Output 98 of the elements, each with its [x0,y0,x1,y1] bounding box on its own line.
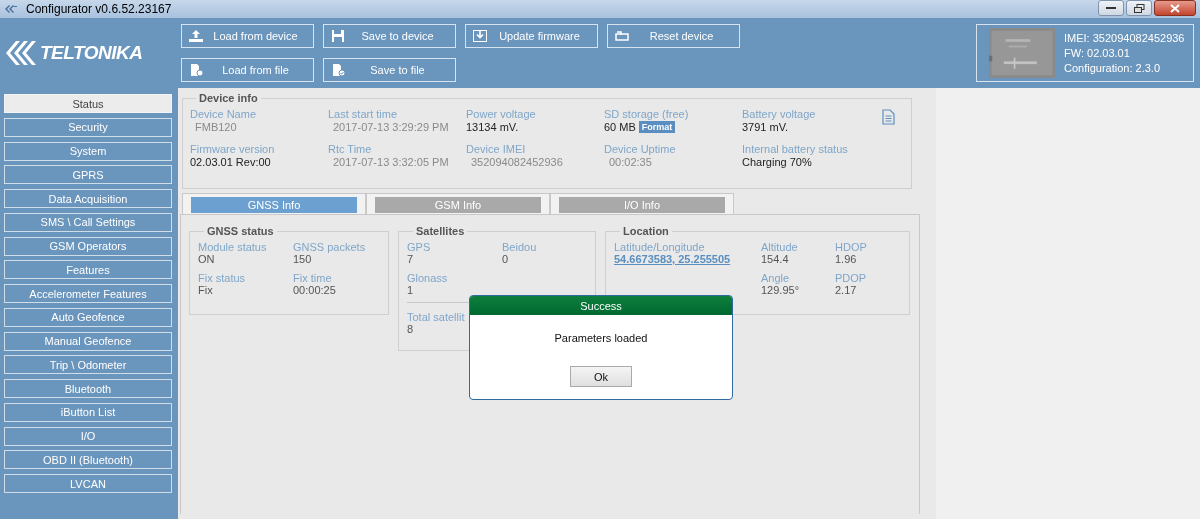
field-value: 0 [502,253,510,265]
field-label: Altitude [761,241,799,253]
field-value: 13134 mV. [466,121,519,133]
sidebar-item[interactable]: System [4,141,172,161]
sidebar-item[interactable]: Security [4,117,172,137]
upload-icon [188,29,204,43]
toolbar-button[interactable]: Reset device [607,24,740,48]
field-label: Latitude/Longitude [614,241,706,253]
field-value: 00:00:25 [293,284,337,296]
sidebar-item[interactable]: I/O [4,426,172,446]
close-icon [1170,3,1180,13]
sidebar-item[interactable]: Data Acquisition [4,189,172,208]
sidebar-item[interactable]: GSM Operators [4,236,172,256]
field-value: ON [198,253,216,265]
toolbar-button[interactable]: Save to device [323,24,456,48]
field-label: Module status [198,241,268,253]
field-label: PDOP [835,272,868,284]
field-value: 352094082452936 [470,156,563,168]
sidebar-item[interactable]: Features [4,260,172,280]
field-value: FMB120 [194,121,237,133]
close-button[interactable] [1154,0,1196,16]
field-value: 150 [293,253,313,265]
section-title: Location [622,225,670,237]
tab[interactable]: GSM Info [366,193,550,214]
tab[interactable]: GNSS Info [182,193,366,214]
restore-button[interactable] [1126,0,1152,16]
field-value: 2017-07-13 3:29:29 PM [332,121,449,133]
field-label: Angle [761,272,791,284]
file-plus-icon [188,63,204,77]
field-label: Internal battery status [742,143,848,155]
download-icon [472,29,488,43]
field-value: 129.95° [761,284,801,296]
section-title: GNSS status [206,225,275,237]
toolbar-button[interactable]: Load from file [181,58,314,82]
restore-icon [1133,3,1145,13]
toolbar-button[interactable]: Save to file [323,58,456,82]
field-value: Fix [198,284,214,296]
device-info-text: Configuration: 2.3.0 [1064,62,1161,74]
sidebar-item[interactable]: Manual Geofence [4,331,172,351]
tab[interactable]: I/O Info [550,193,734,214]
device-info-text: IMEI: 352094082452936 [1064,32,1185,44]
sidebar-item[interactable]: OBD II (Bluetooth) [4,450,172,470]
field-value: 7 [407,253,415,265]
field-value: 00:02:35 [608,156,652,168]
device-info-text: FW: 02.03.01 [1064,47,1131,59]
field-label: Last start time [328,108,398,120]
toolbar-button[interactable]: Update firmware [465,24,598,48]
sidebar-item[interactable]: GPRS [4,165,172,185]
field-label: GNSS packets [293,241,367,253]
field-value: 154.4 [761,253,790,265]
sidebar-item[interactable]: iButton List [4,402,172,422]
field-value: 1 [407,284,415,296]
window-title: Configurator v0.6.52.23167 [26,2,172,16]
ok-button[interactable]: Ok [570,366,632,387]
sidebar-item[interactable]: Accelerometer Features [4,284,172,303]
field-label: SD storage (free) [604,108,689,120]
sidebar-item[interactable]: LVCAN [4,474,172,493]
field-label: Rtc Time [328,143,372,155]
toolbar-button[interactable]: Load from device [181,24,314,48]
format-button[interactable]: Format [638,121,676,133]
field-label: Fix time [293,272,333,284]
field-value: 3791 mV. [742,121,789,133]
minimize-button[interactable] [1098,0,1124,16]
section-title: Satellites [415,225,466,237]
dialog-title: Success [470,296,732,315]
section-title: Device info [198,92,259,104]
field-label: Beidou [502,241,538,253]
document-icon[interactable] [882,109,895,125]
sidebar-item[interactable]: Status [4,94,172,113]
coordinates-link[interactable]: 54.6673583, 25.255505 [614,253,761,265]
minimize-icon [1106,6,1116,10]
field-value: 60 MB [604,121,636,133]
field-label: Total satellit [407,311,466,323]
field-value: 2017-07-13 3:32:05 PM [332,156,449,168]
app-icon [4,4,18,14]
field-label: Battery voltage [742,108,816,120]
field-value: 1.96 [835,253,858,265]
sidebar-item[interactable]: SMS \ Call Settings [4,212,172,232]
field-value: 2.17 [835,284,858,296]
sidebar-item[interactable]: Auto Geofence [4,307,172,327]
field-label: Device Uptime [604,143,676,155]
field-label: Device Name [190,108,257,120]
field-value: Charging 70% [742,156,812,168]
field-value: 8 [407,323,415,335]
dialog-message: Parameters loaded [554,332,648,344]
reset-icon [614,29,630,43]
field-label: Glonass [407,272,449,284]
sidebar-item[interactable]: Trip \ Odometer [4,355,172,375]
field-label: Power voltage [466,108,536,120]
field-label: Fix status [198,272,247,284]
field-label: HDOP [835,241,868,253]
logo: TELTONIKA [0,39,176,67]
file-check-icon [330,63,346,77]
field-label: Device IMEI [466,143,526,155]
field-label: GPS [407,241,432,253]
field-label: Firmware version [190,143,275,155]
field-value: 02.03.01 Rev:00 [190,156,271,168]
sidebar-item[interactable]: Bluetooth [4,379,172,398]
